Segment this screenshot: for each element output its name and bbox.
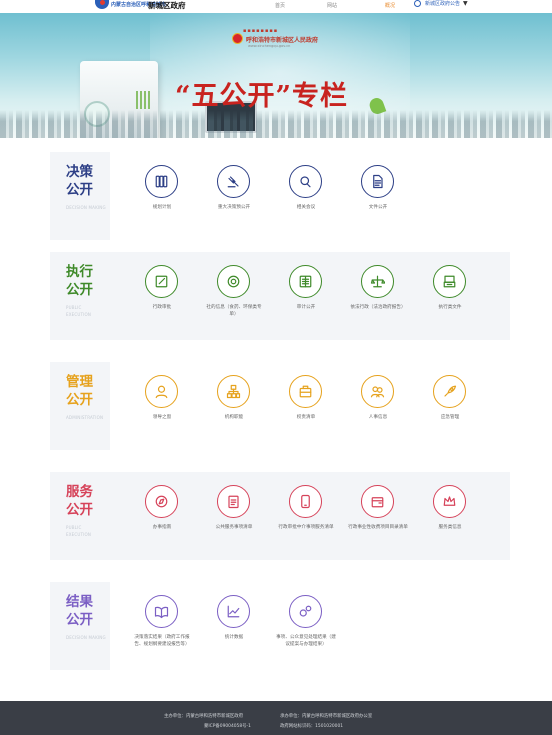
section-label-box: 管理公开 ADMINISTRATION xyxy=(50,362,110,450)
section-title-line2: 公开 xyxy=(66,392,93,408)
nav-item-overview[interactable]: 概况 xyxy=(385,2,395,9)
section-title-line1: 管理 xyxy=(66,374,93,390)
section-link-label[interactable]: 相关会议 xyxy=(276,204,336,211)
section-link-label[interactable]: 依法行政（法治政府报告） xyxy=(348,304,408,311)
banner-org-name: 呼和浩特市新城区人民政府 xyxy=(246,37,319,44)
section-link-label[interactable]: 重大决策预公开 xyxy=(204,204,264,211)
wallet-icon[interactable] xyxy=(361,485,394,518)
top-bar: 内蒙古自治区呼和浩特市 新城区政府 首页 网站 概况 新城区政府公告 ▼ xyxy=(0,0,552,13)
section-label-box: 服务公开 PUBLIC EXECUTION xyxy=(50,472,110,560)
section-link-label[interactable]: 办事指南 xyxy=(132,524,192,531)
section-title-line2: 公开 xyxy=(66,182,93,198)
section-link-label[interactable]: 文件公开 xyxy=(348,204,408,211)
bar-illustration xyxy=(136,91,150,109)
chat-bubbles-icon[interactable] xyxy=(289,165,322,198)
section-english-caption: DECISION MAKING xyxy=(66,635,106,640)
section-link-label[interactable]: 权责清单 xyxy=(276,414,336,421)
footer: 主办单位：内蒙古呼和浩特市新城区政府 承办单位：内蒙古呼和浩特市新城区政府办公室… xyxy=(0,701,552,735)
section-link-label[interactable]: 规划计划 xyxy=(132,204,192,211)
crown-icon[interactable] xyxy=(433,485,466,518)
line-chart-icon[interactable] xyxy=(217,595,250,628)
section-link-label[interactable]: 行政审批 xyxy=(132,304,192,311)
section-english-caption: PUBLIC EXECUTION xyxy=(66,525,92,537)
chevron-down-icon: ▼ xyxy=(463,0,468,7)
section-link-label[interactable]: 决策落实结果（政府工作报告、规划纲要建设报告等） xyxy=(132,634,192,648)
org-chart-icon[interactable] xyxy=(217,375,250,408)
section-link-label[interactable]: 执行类文件 xyxy=(420,304,480,311)
badge-icon[interactable] xyxy=(217,265,250,298)
section-link-label[interactable]: 服务类信息 xyxy=(420,524,480,531)
book-icon[interactable] xyxy=(145,165,178,198)
checklist-icon[interactable] xyxy=(217,485,250,518)
section-title-line2: 公开 xyxy=(66,612,93,628)
nav-item-home[interactable]: 首页 xyxy=(275,2,285,9)
user-menu-label: 新城区政府公告 xyxy=(425,1,461,7)
section-items-panel: 领导之窗 机构职能 权责清单 人事信息 应急管理 xyxy=(110,362,510,450)
section-link-label[interactable]: 审计公开 xyxy=(276,304,336,311)
link-icon[interactable] xyxy=(289,595,322,628)
site-logo-text[interactable]: 新城区政府 xyxy=(148,0,186,11)
user-menu[interactable]: 新城区政府公告 ▼ xyxy=(414,0,468,7)
footer-organizer: 承办单位：内蒙古呼和浩特市新城区政府办公室 xyxy=(280,714,373,719)
footer-site-code: 政府网站标识码：1501020001 xyxy=(280,724,344,729)
section-english-caption: PUBLIC EXECUTION xyxy=(66,305,92,317)
section-title-line2: 公开 xyxy=(66,282,93,298)
section-link-label[interactable]: 应急管理 xyxy=(420,414,480,421)
document-icon[interactable] xyxy=(361,165,394,198)
section-title-line1: 结果 xyxy=(66,594,93,610)
ledger-icon[interactable] xyxy=(289,265,322,298)
edit-icon[interactable] xyxy=(145,265,178,298)
section-items-panel: 决策落实结果（政府工作报告、规划纲要建设报告等） 统计数据 事项、公众意见处理结果（… xyxy=(110,582,510,670)
section-english-caption: DECISION MAKING xyxy=(66,205,106,210)
section-link-label[interactable]: 事项、公众意见处理结果（建议提案与办理结果） xyxy=(276,634,336,648)
footer-sponsor: 主办单位：内蒙古呼和浩特市新城区政府 xyxy=(164,714,244,719)
banner-url: www.xinchengqu.gov.cn xyxy=(248,44,291,48)
section-label-box: 结果公开 DECISION MAKING xyxy=(50,582,110,670)
government-logo-icon[interactable] xyxy=(95,0,109,9)
footer-icp[interactable]: 蒙ICP备09004058号-1 xyxy=(204,723,251,729)
section-items-panel: 规划计划 重大决策预公开 相关会议 文件公开 xyxy=(110,152,510,240)
nav-item-site[interactable]: 网站 xyxy=(327,2,337,9)
phone-icon[interactable] xyxy=(289,485,322,518)
section-link-label[interactable]: 社的信息（食药、环保类专单） xyxy=(204,304,264,318)
people-icon[interactable] xyxy=(361,375,394,408)
section-label-box: 决策公开 DECISION MAKING xyxy=(50,152,110,240)
section-items-panel: 办事指南 公共服务事项清单 行政审批中介事项服务清单 行政事业性收费项目目录清单 服务类… xyxy=(110,472,510,560)
section-english-caption: ADMINISTRATION xyxy=(66,415,104,420)
section-link-label[interactable]: 领导之窗 xyxy=(132,414,192,421)
section-link-label[interactable]: 统计数据 xyxy=(204,634,264,641)
section-link-label[interactable]: 行政审批中介事项服务清单 xyxy=(276,524,336,531)
section-link-label[interactable]: 公共服务事项清单 xyxy=(204,524,264,531)
section-title-line2: 公开 xyxy=(66,502,93,518)
section-link-label[interactable]: 行政事业性收费项目目录清单 xyxy=(348,524,408,531)
scales-icon[interactable] xyxy=(361,265,394,298)
section-link-label[interactable]: 机构职能 xyxy=(204,414,264,421)
person-icon[interactable] xyxy=(145,375,178,408)
section-label-box: 执行公开 PUBLIC EXECUTION xyxy=(50,252,110,340)
section-items-panel: 行政审批 社的信息（食药、环保类专单） 审计公开 依法行政（法治政府报告） 执行类文件 xyxy=(110,252,510,340)
national-emblem-icon xyxy=(232,33,243,44)
section-title-line1: 执行 xyxy=(66,264,93,280)
file-print-icon[interactable] xyxy=(433,265,466,298)
section-link-label[interactable]: 人事信息 xyxy=(348,414,408,421)
briefcase-icon[interactable] xyxy=(289,375,322,408)
section-title-line1: 决策 xyxy=(66,164,93,180)
banner-title: “五公开”专栏 xyxy=(175,81,349,112)
rocket-icon[interactable] xyxy=(433,375,466,408)
banner: ▪▪▪▪▪▪▪▪ 呼和浩特市新城区人民政府 www.xinchengqu.gov… xyxy=(0,13,552,138)
user-icon xyxy=(414,0,421,7)
compass-icon[interactable] xyxy=(145,485,178,518)
city-skyline xyxy=(0,110,552,138)
section-title-line1: 服务 xyxy=(66,484,93,500)
gavel-icon[interactable] xyxy=(217,165,250,198)
open-book-icon[interactable] xyxy=(145,595,178,628)
